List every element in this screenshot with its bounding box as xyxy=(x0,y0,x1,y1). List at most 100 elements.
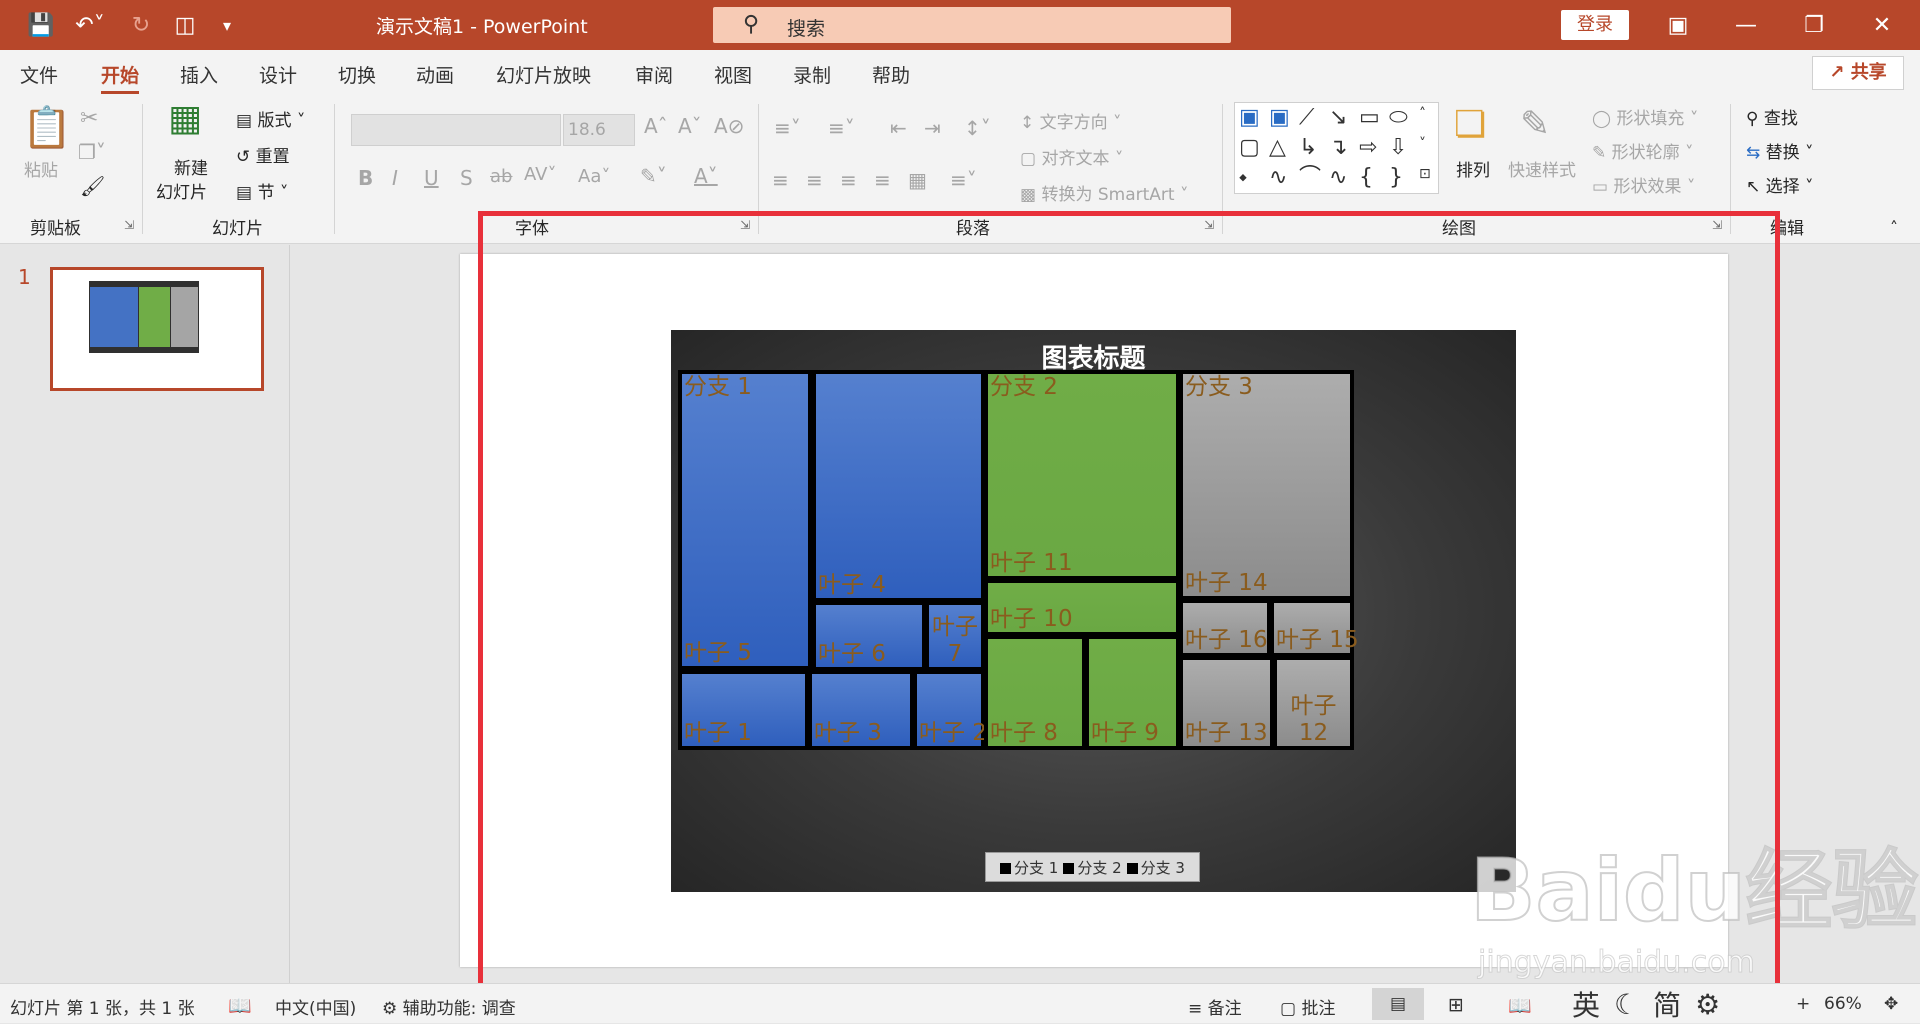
zoom-in-icon[interactable]: + xyxy=(1796,994,1810,1014)
accessibility-status[interactable]: ⚙ 辅助功能: 调查 xyxy=(382,994,516,1019)
tab-view[interactable]: 视图 xyxy=(714,61,752,88)
section-button[interactable]: ▤ 节 ˅ xyxy=(236,178,288,203)
right-brace-shape-icon[interactable]: } xyxy=(1389,167,1403,189)
present-icon[interactable]: ◫ xyxy=(170,10,200,40)
font-launcher-icon[interactable]: ⇲ xyxy=(740,218,750,232)
highlight-icon[interactable]: ✎˅ xyxy=(640,164,667,188)
search-box[interactable]: ⚲ 搜索 xyxy=(713,7,1231,43)
italic-icon[interactable]: I xyxy=(392,166,398,190)
tab-animations[interactable]: 动画 xyxy=(416,61,454,88)
spell-check-icon[interactable]: 📖 xyxy=(228,994,252,1017)
paragraph-launcher-icon[interactable]: ⇲ xyxy=(1204,218,1214,232)
paste-label[interactable]: 粘贴 xyxy=(24,156,58,181)
shrink-font-icon[interactable]: Aˇ xyxy=(678,114,702,138)
columns-icon[interactable]: ≡˅ xyxy=(950,168,977,192)
comments-button[interactable]: ▢ 批注 xyxy=(1280,994,1335,1019)
redo-icon[interactable]: ↻ xyxy=(126,10,156,40)
restore-icon[interactable]: ❐ xyxy=(1784,0,1844,50)
oval-shape-icon[interactable]: ⬭ xyxy=(1389,107,1408,129)
treemap-leaf[interactable]: 分支 1 叶子 5 xyxy=(678,370,812,670)
shadow-icon[interactable]: S xyxy=(460,166,473,190)
arrow-shape-icon[interactable]: ↘ xyxy=(1329,107,1347,129)
elbow-connector-shape-icon[interactable]: ↴ xyxy=(1329,137,1347,159)
reset-button[interactable]: ↺ 重置 xyxy=(236,142,290,167)
reading-view-icon[interactable]: 📖 xyxy=(1508,994,1532,1017)
clear-format-icon[interactable]: A⊘ xyxy=(714,114,744,138)
increase-indent-icon[interactable]: ⇥ xyxy=(924,116,941,140)
treemap-leaf[interactable]: 叶子 4 xyxy=(812,370,985,602)
justify-icon[interactable]: ≡ xyxy=(874,168,891,192)
freeform-shape-icon[interactable]: ⬩ xyxy=(1239,167,1247,189)
treemap-leaf[interactable]: 叶子 10 xyxy=(984,579,1180,636)
login-button[interactable]: 登录 xyxy=(1561,10,1629,40)
rectangle-shape-icon[interactable]: ▭ xyxy=(1359,107,1380,129)
gallery-more-icon[interactable]: ⊡ xyxy=(1419,167,1431,181)
arrange-icon[interactable]: ❏ xyxy=(1454,104,1486,145)
decrease-indent-icon[interactable]: ⇤ xyxy=(890,116,907,140)
gallery-scroll-up-icon[interactable]: ˄ xyxy=(1419,107,1426,121)
find-button[interactable]: ⚲ 查找 xyxy=(1746,104,1798,129)
char-spacing-icon[interactable]: AV˅ xyxy=(524,164,556,185)
line-shape-icon[interactable]: ⟋ xyxy=(1299,107,1314,129)
ime-settings-icon[interactable]: ⚙ xyxy=(1695,988,1720,1021)
tab-home[interactable]: 开始 xyxy=(101,61,140,94)
rounded-rect-shape-icon[interactable]: ▢ xyxy=(1239,137,1260,159)
textbox-shape-icon[interactable]: ▣ xyxy=(1239,107,1260,129)
paste-icon[interactable]: 📋 xyxy=(22,104,72,151)
tab-file[interactable]: 文件 xyxy=(20,61,58,88)
treemap-leaf[interactable]: 叶子 2 xyxy=(913,670,987,750)
notes-button[interactable]: ≡ 备注 xyxy=(1188,994,1242,1019)
connector-shape-icon[interactable]: ↳ xyxy=(1299,137,1317,159)
triangle-shape-icon[interactable]: △ xyxy=(1269,137,1286,159)
new-slide-label-1[interactable]: 新建 xyxy=(174,154,208,179)
shape-fill-button[interactable]: ◯ 形状填充 ˅ xyxy=(1592,104,1698,129)
collapse-ribbon-icon[interactable]: ˄ xyxy=(1890,218,1898,237)
legend-item-3[interactable]: 分支 3 xyxy=(1126,857,1185,878)
strikethrough-icon[interactable]: ab xyxy=(490,166,512,187)
drawing-launcher-icon[interactable]: ⇲ xyxy=(1712,218,1722,232)
format-painter-icon[interactable]: 🖌 xyxy=(80,174,105,198)
replace-button[interactable]: ⇆ 替换 ˅ xyxy=(1746,138,1814,163)
tab-slideshow[interactable]: 幻灯片放映 xyxy=(496,61,591,88)
arrange-label[interactable]: 排列 xyxy=(1456,156,1490,181)
font-color-icon[interactable]: A˅ xyxy=(694,164,718,188)
clipboard-launcher-icon[interactable]: ⇲ xyxy=(124,218,134,232)
change-case-icon[interactable]: Aa˅ xyxy=(578,166,610,187)
font-name-select[interactable] xyxy=(351,114,561,146)
legend-item-2[interactable]: 分支 2 xyxy=(1063,857,1122,878)
down-arrow-shape-icon[interactable]: ⇩ xyxy=(1389,137,1407,159)
treemap-leaf[interactable]: 叶子 3 xyxy=(808,670,914,750)
vertical-textbox-shape-icon[interactable]: ▣ xyxy=(1269,107,1290,129)
tab-help[interactable]: 帮助 xyxy=(872,61,910,88)
close-icon[interactable]: ✕ xyxy=(1852,0,1912,50)
treemap-chart[interactable]: 图表标题 分支 1 叶子 5 叶子 4 叶子 6 叶子 7 叶子 1 叶子 3 叶子 2 分支 2… xyxy=(671,330,1516,892)
ime-script[interactable]: 简 xyxy=(1653,984,1681,1024)
new-slide-label-2[interactable]: 幻灯片 xyxy=(156,178,207,203)
new-slide-icon[interactable]: ▦ xyxy=(168,98,202,139)
grow-font-icon[interactable]: Aˆ xyxy=(644,114,668,138)
share-button[interactable]: ↗ 共享 xyxy=(1812,56,1904,90)
shape-effects-button[interactable]: ▭ 形状效果 ˅ xyxy=(1592,172,1695,197)
tab-design[interactable]: 设计 xyxy=(259,61,297,88)
left-brace-shape-icon[interactable]: { xyxy=(1359,167,1373,189)
cut-icon[interactable]: ✂ xyxy=(80,106,98,131)
treemap-leaf[interactable]: 叶子 12 xyxy=(1273,656,1354,750)
copy-icon[interactable]: ❐˅ xyxy=(78,140,106,164)
align-center-icon[interactable]: ≡ xyxy=(806,168,823,192)
slide-thumbnail[interactable] xyxy=(50,267,264,391)
tab-insert[interactable]: 插入 xyxy=(180,61,218,88)
legend-item-1[interactable]: 分支 1 xyxy=(1000,857,1058,878)
minimize-icon[interactable]: — xyxy=(1716,0,1776,50)
treemap-leaf[interactable]: 叶子 1 xyxy=(678,670,809,750)
save-icon[interactable]: 💾 xyxy=(26,10,56,40)
treemap-leaf[interactable]: 叶子 13 xyxy=(1179,656,1274,750)
shapes-gallery[interactable]: ▣ ▣ ⟋ ↘ ▭ ⬭ ▢ △ ↳ ↴ ⇨ ⇩ ⬩ ∿ ⌒ ∿ { } ˄ ˅ … xyxy=(1234,102,1439,194)
treemap-leaf[interactable]: 分支 2 叶子 11 xyxy=(984,370,1180,580)
arc-shape-icon[interactable]: ⌒ xyxy=(1299,167,1321,189)
fit-slide-icon[interactable]: ✥ xyxy=(1884,994,1898,1014)
gallery-scroll-down-icon[interactable]: ˅ xyxy=(1419,137,1426,151)
ime-moon-icon[interactable]: ☾ xyxy=(1614,988,1639,1021)
distributed-icon[interactable]: ▦ xyxy=(908,168,927,192)
underline-icon[interactable]: U xyxy=(424,166,439,190)
curve-shape-icon[interactable]: ∿ xyxy=(1329,167,1347,189)
